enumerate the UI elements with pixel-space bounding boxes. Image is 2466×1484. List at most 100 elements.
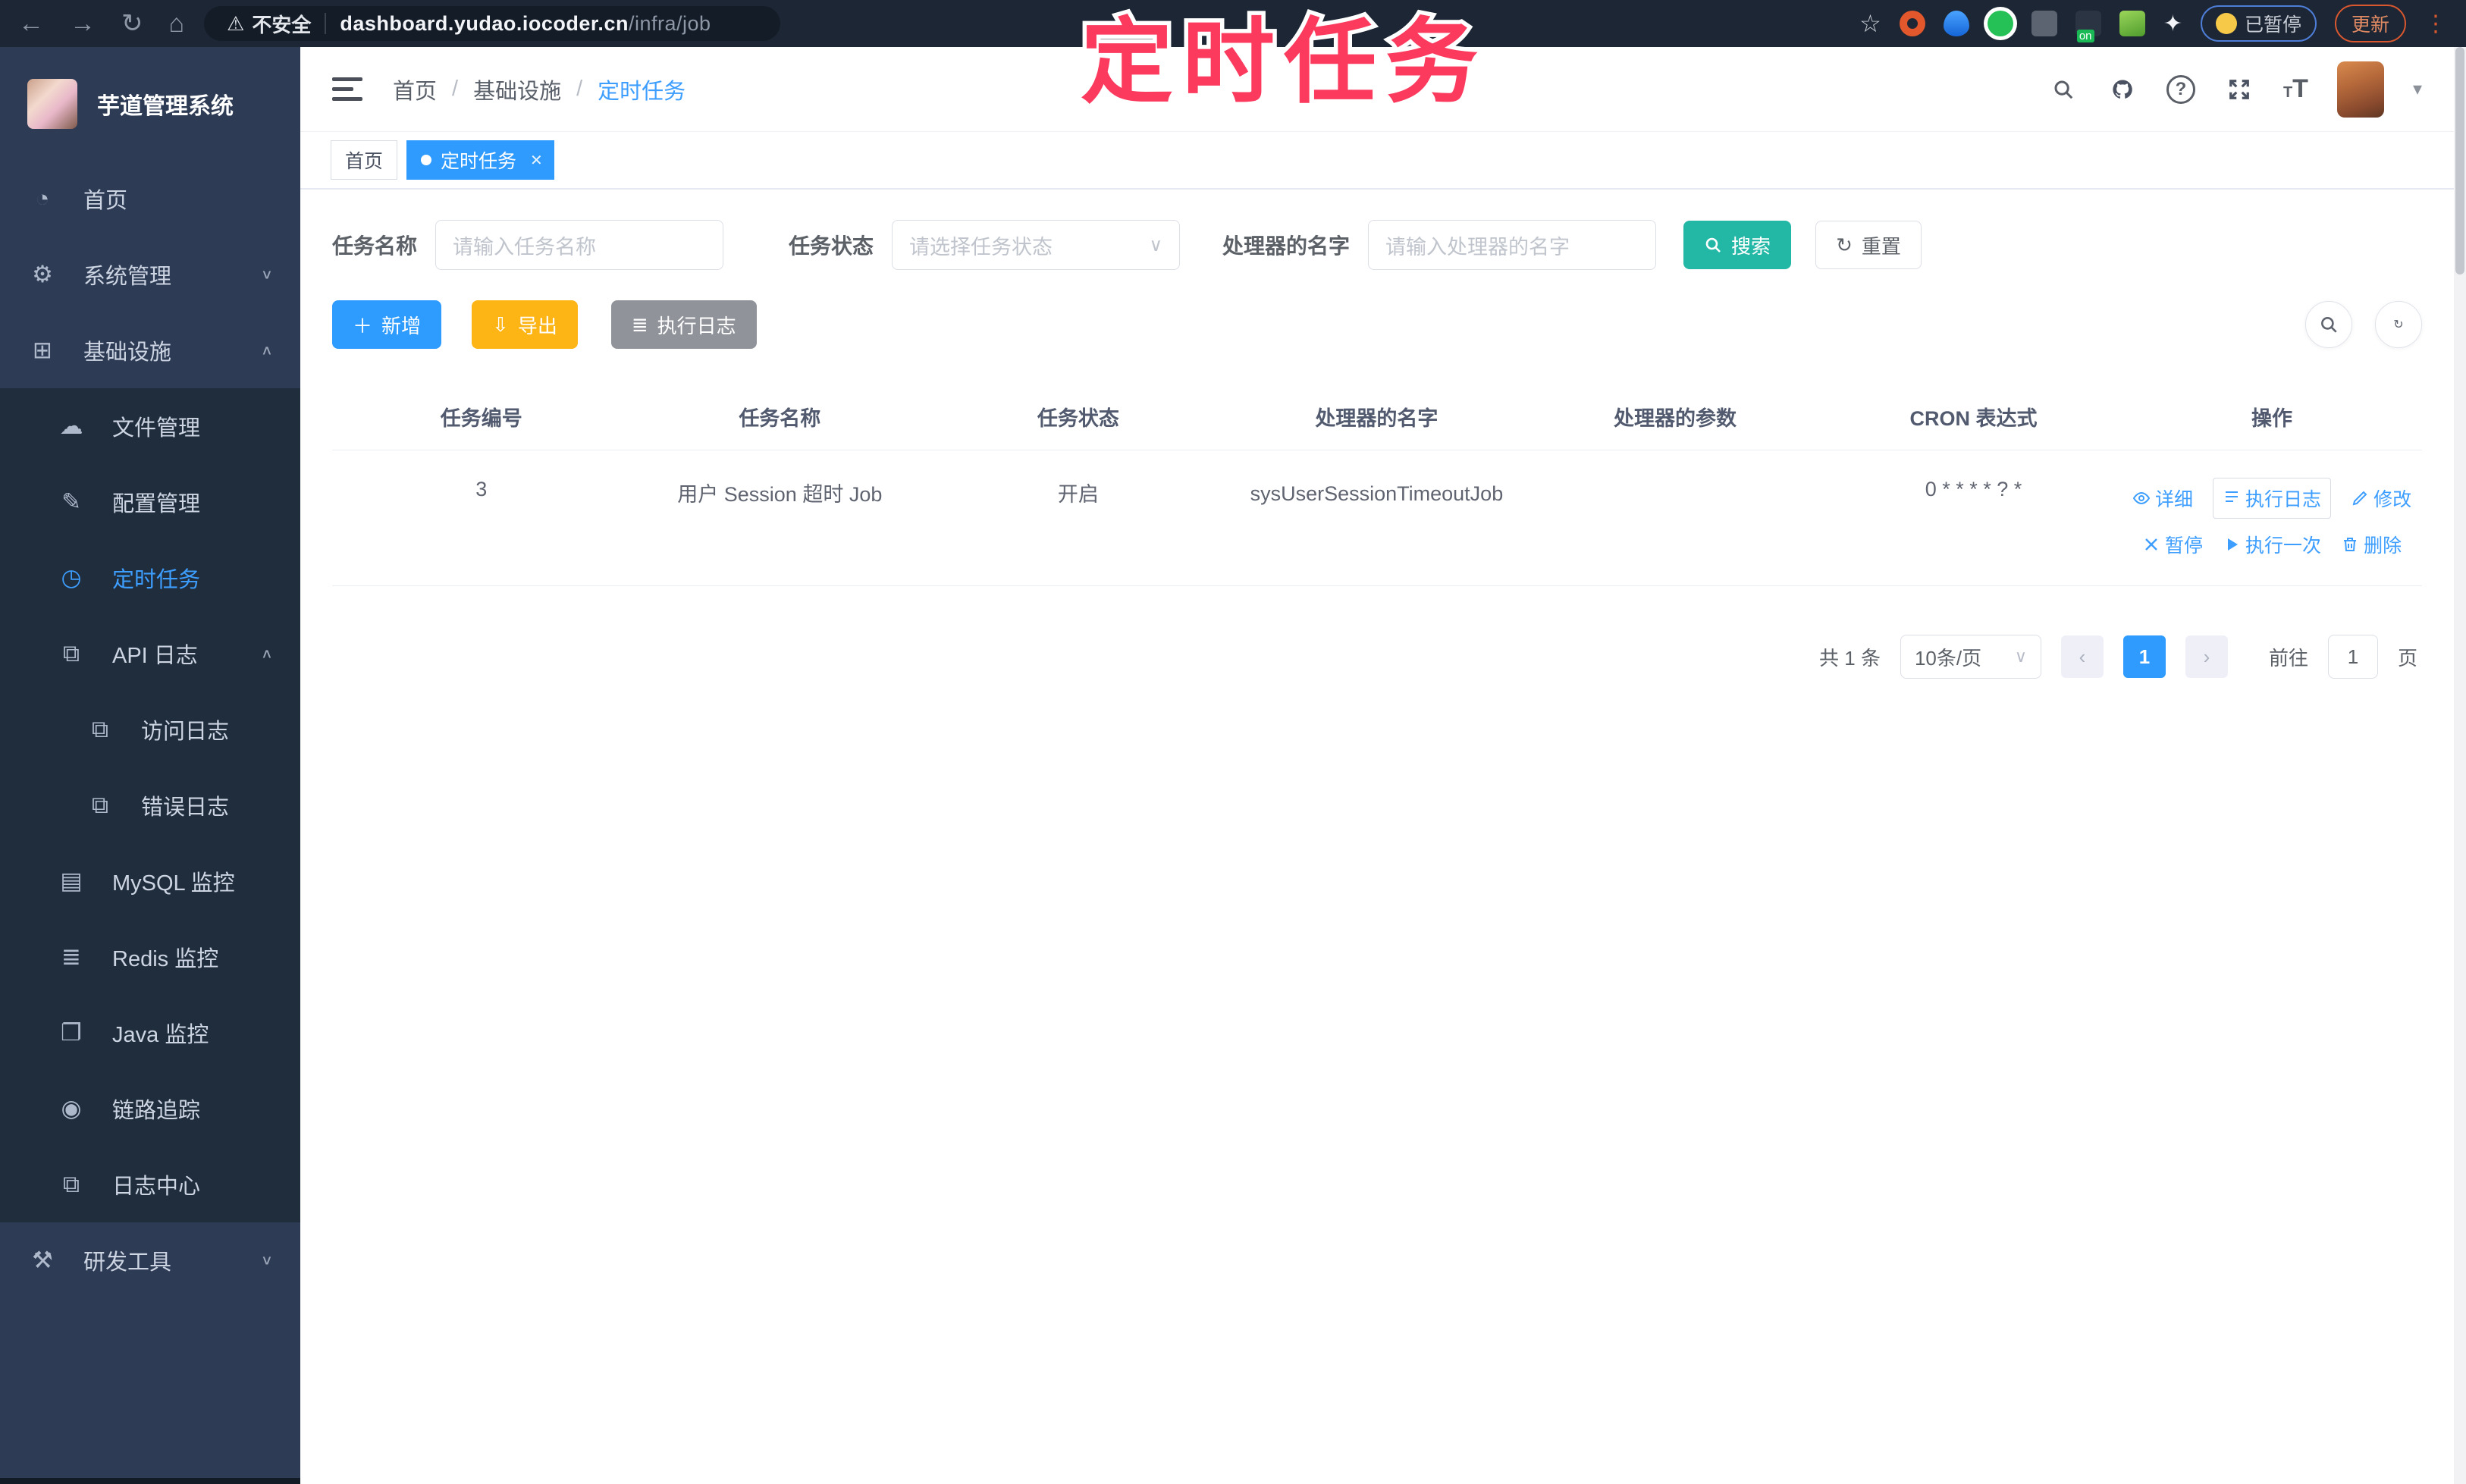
- goto-label: 前往: [2268, 646, 2308, 670]
- extension-icon[interactable]: [2119, 11, 2145, 36]
- page-size-select[interactable]: 10条/页 ∨: [1900, 635, 2041, 679]
- sidebar-item-file[interactable]: ☁ 文件管理: [0, 388, 300, 464]
- active-dot: [421, 155, 432, 165]
- close-icon[interactable]: ✕: [530, 151, 543, 170]
- refresh-button[interactable]: ↻: [2375, 301, 2422, 348]
- breadcrumb-infra[interactable]: 基础设施: [473, 74, 561, 105]
- scrollbar-thumb[interactable]: [2455, 47, 2464, 275]
- back-icon[interactable]: ←: [18, 9, 44, 39]
- next-page-button[interactable]: ›: [2185, 635, 2228, 678]
- log-icon: ⧉: [91, 791, 109, 818]
- profile-star-icon[interactable]: ✦: [2163, 11, 2182, 37]
- app-logo-row[interactable]: 芋道管理系统: [0, 47, 300, 161]
- handler-name-input[interactable]: 请输入处理器的名字: [1368, 220, 1657, 270]
- update-button[interactable]: 更新: [2334, 5, 2406, 42]
- exec-log-button[interactable]: ≣ 执行日志: [610, 300, 757, 349]
- extension-icon[interactable]: [1899, 11, 1925, 36]
- browser-menu-icon[interactable]: ⋮: [2424, 11, 2448, 37]
- download-icon: ⇩: [492, 312, 509, 336]
- delete-link[interactable]: 删除: [2341, 531, 2402, 558]
- cell-job-status: 开启: [1057, 483, 1099, 506]
- tab-job-active[interactable]: 定时任务 ✕: [406, 140, 554, 180]
- sidebar-item-devtools[interactable]: ⚒ 研发工具 ∨: [0, 1222, 300, 1298]
- eye-icon: ◉: [61, 1095, 82, 1122]
- home-icon[interactable]: ⌂: [169, 9, 185, 39]
- reload-icon[interactable]: ↻: [121, 8, 143, 39]
- bookmark-star-icon[interactable]: ☆: [1859, 9, 1881, 38]
- address-bar[interactable]: ⚠ 不安全 dashboard.yudao.iocoder.cn/infra/j…: [204, 6, 781, 41]
- chevron-down-icon: ∨: [260, 1252, 273, 1268]
- chevron-down-icon: ∨: [260, 266, 273, 282]
- emoji-icon: [2215, 13, 2237, 34]
- scrollbar[interactable]: [2454, 47, 2466, 1484]
- run-once-link[interactable]: 执行一次: [2223, 531, 2321, 558]
- detail-link[interactable]: 详细: [2132, 485, 2193, 512]
- cell-job-name: 用户 Session 超时 Job: [677, 483, 883, 506]
- toolbox-icon: ⚒: [32, 1247, 53, 1273]
- url-host: dashboard.yudao.iocoder.cn: [340, 11, 629, 35]
- table-row: 3 用户 Session 超时 Job 开启 sysUserSessionTim…: [332, 450, 2422, 586]
- page-1-button[interactable]: 1: [2122, 635, 2166, 678]
- sidebar-item-mysql[interactable]: ▤ MySQL 监控: [0, 843, 300, 919]
- list-icon: ≣: [631, 312, 648, 336]
- sidebar-item-job[interactable]: ◷ 定时任务: [0, 540, 300, 616]
- logo-avatar: [27, 79, 77, 129]
- sidebar-item-infra[interactable]: ⊞ 基础设施 ∧: [0, 312, 300, 388]
- chevron-down-icon: ∨: [2014, 647, 2027, 666]
- sidebar-item-access-log[interactable]: ⧉ 访问日志: [0, 692, 300, 767]
- sidebar-item-redis[interactable]: ≣ Redis 监控: [0, 919, 300, 995]
- sidebar-item-api-log[interactable]: ⧉ API 日志 ∧: [0, 616, 300, 692]
- extension-icon[interactable]: [1987, 11, 2013, 36]
- log-icon: ⧉: [62, 639, 80, 667]
- extension-on-icon[interactable]: [2075, 11, 2101, 42]
- tab-home[interactable]: 首页: [331, 140, 398, 180]
- extension-icon[interactable]: [2031, 11, 2057, 36]
- browser-chrome: ← → ↻ ⌂ ⚠ 不安全 dashboard.yudao.iocoder.cn…: [0, 0, 2466, 47]
- extension-icon[interactable]: [1943, 11, 1969, 36]
- sidebar: 芋道管理系统 ◔ 首页 ⚙ 系统管理 ∨ ⊞ 基础设施 ∧ ☁ 文件管理 ✎ 配…: [0, 47, 300, 1484]
- forward-icon[interactable]: →: [70, 9, 96, 39]
- add-button[interactable]: ＋ 新增: [332, 300, 442, 349]
- goto-page-input[interactable]: 1: [2327, 635, 2378, 679]
- job-name-input[interactable]: 请输入任务名称: [435, 220, 724, 270]
- sidebar-item-java[interactable]: ❐ Java 监控: [0, 995, 300, 1071]
- name-label: 任务名称: [332, 234, 418, 258]
- user-avatar[interactable]: [2336, 61, 2384, 118]
- sidebar-item-error-log[interactable]: ⧉ 错误日志: [0, 767, 300, 843]
- pagination: 共 1 条 10条/页 ∨ ‹ 1 › 前往 1 页: [332, 635, 2422, 679]
- help-icon[interactable]: ?: [2166, 74, 2195, 104]
- toggle-search-button[interactable]: [2305, 301, 2352, 348]
- cell-handler-name: sysUserSessionTimeoutJob: [1250, 482, 1504, 505]
- font-size-icon[interactable]: TT: [2283, 74, 2308, 104]
- search-button[interactable]: 搜索: [1683, 221, 1792, 269]
- breadcrumb: 首页 / 基础设施 / 定时任务: [393, 74, 686, 105]
- github-icon[interactable]: [2107, 74, 2138, 105]
- breadcrumb-home[interactable]: 首页: [393, 74, 437, 105]
- toolbar: ＋ 新增 ⇩ 导出 ≣ 执行日志 ↻: [332, 300, 2422, 349]
- prev-page-button[interactable]: ‹: [2060, 635, 2104, 678]
- edit-link[interactable]: 修改: [2351, 485, 2411, 512]
- warning-icon: ⚠: [227, 11, 245, 35]
- chevron-up-icon: ∧: [260, 342, 273, 358]
- sidebar-item-log-center[interactable]: ⧉ 日志中心: [0, 1147, 300, 1222]
- sidebar-item-config[interactable]: ✎ 配置管理: [0, 464, 300, 540]
- pause-link[interactable]: 暂停: [2142, 531, 2203, 558]
- security-warning[interactable]: 不安全: [252, 10, 311, 38]
- paused-badge[interactable]: 已暂停: [2200, 5, 2317, 42]
- sidebar-bottom-edge: [0, 1478, 300, 1484]
- goto-suffix: 页: [2397, 646, 2417, 670]
- fullscreen-icon[interactable]: [2224, 74, 2254, 105]
- job-status-select[interactable]: 请选择任务状态 ∨: [892, 220, 1181, 270]
- sidebar-item-system[interactable]: ⚙ 系统管理 ∨: [0, 237, 300, 312]
- sidebar-item-trace[interactable]: ◉ 链路追踪: [0, 1071, 300, 1147]
- reset-button[interactable]: ↻ 重置: [1815, 221, 1922, 269]
- content: 首页 / 基础设施 / 定时任务 ? TT ▾ 首页 定时任务 ✕ 任务名称 请…: [300, 47, 2454, 1484]
- breadcrumb-current: 定时任务: [598, 79, 686, 104]
- chevron-down-icon[interactable]: ▾: [2413, 78, 2422, 100]
- job-log-link[interactable]: 执行日志: [2213, 478, 2332, 519]
- sidebar-item-home[interactable]: ◔ 首页: [0, 161, 300, 237]
- sidebar-toggle-icon[interactable]: [332, 77, 362, 101]
- search-icon[interactable]: [2048, 74, 2079, 105]
- export-button[interactable]: ⇩ 导出: [472, 300, 578, 349]
- cell-job-id: 3: [475, 478, 488, 500]
